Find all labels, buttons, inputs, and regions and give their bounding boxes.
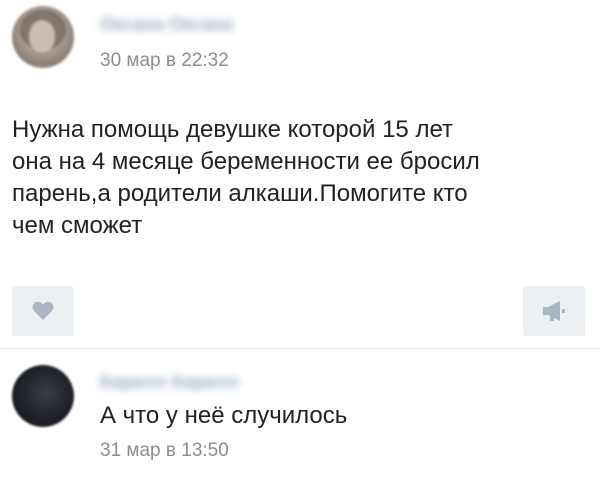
post-text: Нужна помощь девушке которой 15 лет она … xyxy=(12,116,480,239)
like-button[interactable] xyxy=(12,286,74,336)
share-button[interactable] xyxy=(523,286,585,336)
post-author-name[interactable]: Оксана Оксана xyxy=(100,14,233,35)
comment-author-name[interactable]: Кирилл Кирилл xyxy=(100,372,239,393)
post-date[interactable]: 30 мар в 22:32 xyxy=(100,50,229,72)
comment-date[interactable]: 31 мар в 13:50 xyxy=(100,440,229,462)
wall-post: Оксана Оксана 30 мар в 22:32 Нужна помощ… xyxy=(0,0,600,345)
heart-icon xyxy=(32,301,54,320)
divider xyxy=(0,348,600,349)
megaphone-icon xyxy=(543,301,565,321)
comment-author-avatar[interactable] xyxy=(12,365,74,427)
post-author-avatar[interactable] xyxy=(12,6,74,68)
avatar-face xyxy=(29,20,55,52)
comment-text: А что у неё случилось xyxy=(100,402,348,429)
